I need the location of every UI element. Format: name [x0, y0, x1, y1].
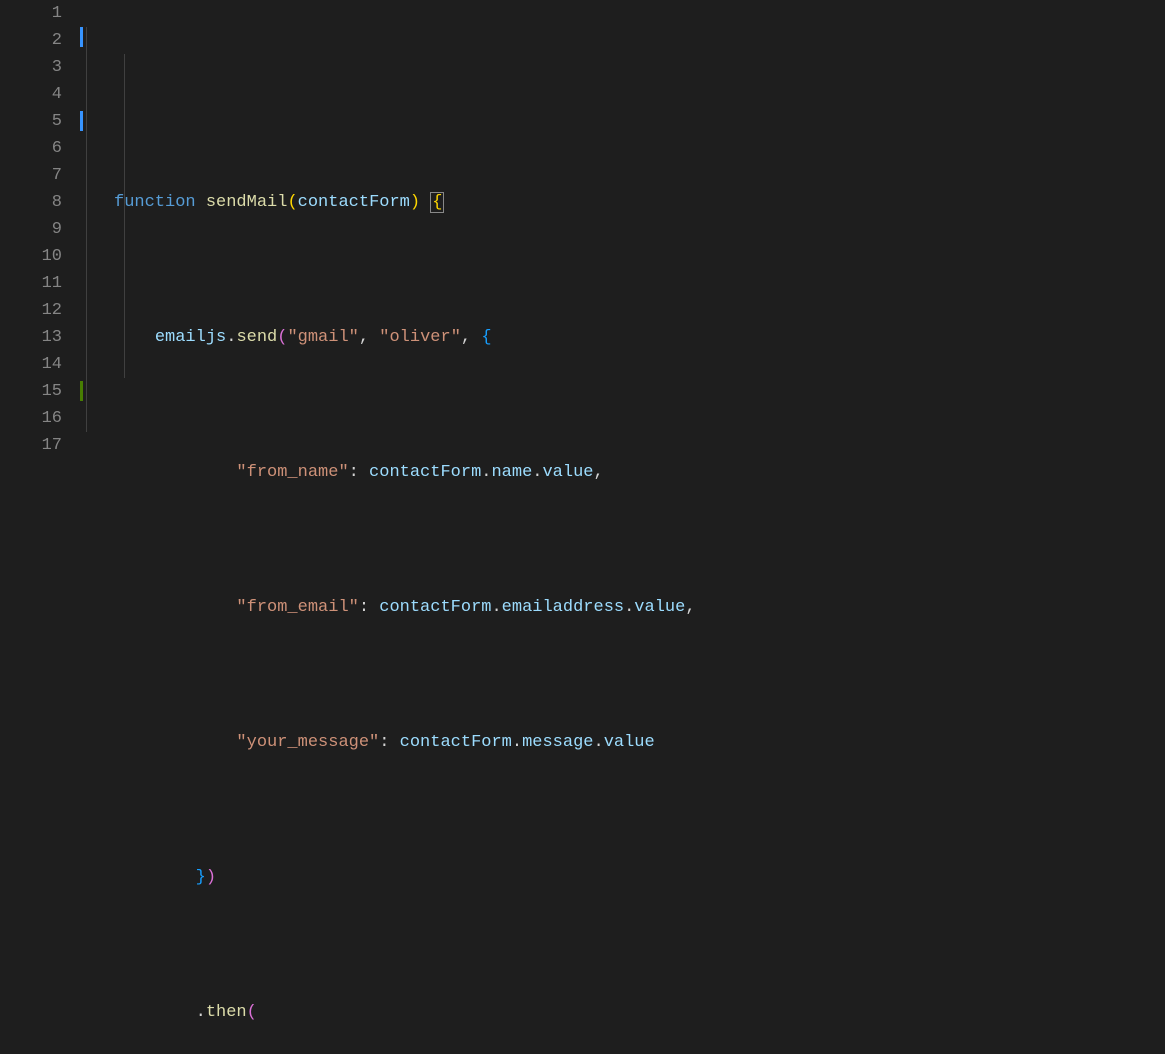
line-number: 6	[0, 135, 62, 162]
keyword: function	[114, 193, 196, 212]
modified-mark-icon	[80, 111, 83, 131]
code-line[interactable]: .then(	[114, 999, 1165, 1026]
code-line[interactable]: "your_message": contactForm.message.valu…	[114, 729, 1165, 756]
line-number-gutter: 1 2 3 4 5 6 7 8 9 10 11 12 13 14 15 16 1…	[0, 0, 80, 527]
code-line[interactable]: "from_email": contactForm.emailaddress.v…	[114, 594, 1165, 621]
line-number: 17	[0, 432, 62, 459]
line-number: 2	[0, 27, 62, 54]
line-number: 10	[0, 243, 62, 270]
added-mark-icon	[80, 381, 83, 401]
line-number: 3	[0, 54, 62, 81]
line-number: 14	[0, 351, 62, 378]
line-number: 7	[0, 162, 62, 189]
parameter: contactForm	[298, 193, 410, 212]
line-number: 16	[0, 405, 62, 432]
line-number: 4	[0, 81, 62, 108]
line-number: 12	[0, 297, 62, 324]
line-number: 9	[0, 216, 62, 243]
code-line[interactable]: function sendMail(contactForm) {	[114, 189, 1165, 216]
bracket: {	[430, 192, 444, 213]
line-number: 8	[0, 189, 62, 216]
line-number: 11	[0, 270, 62, 297]
line-number: 5	[0, 108, 62, 135]
function-name: sendMail	[206, 193, 288, 212]
code-line[interactable]: "from_name": contactForm.name.value,	[114, 459, 1165, 486]
line-number: 15	[0, 378, 62, 405]
modified-mark-icon	[80, 27, 83, 47]
code-line[interactable]: emailjs.send("gmail", "oliver", {	[114, 324, 1165, 351]
line-number: 1	[0, 0, 62, 27]
line-number: 13	[0, 324, 62, 351]
code-area[interactable]: function sendMail(contactForm) { emailjs…	[86, 0, 1165, 527]
code-line[interactable]: })	[114, 864, 1165, 891]
code-editor[interactable]: 1 2 3 4 5 6 7 8 9 10 11 12 13 14 15 16 1…	[0, 0, 1165, 527]
